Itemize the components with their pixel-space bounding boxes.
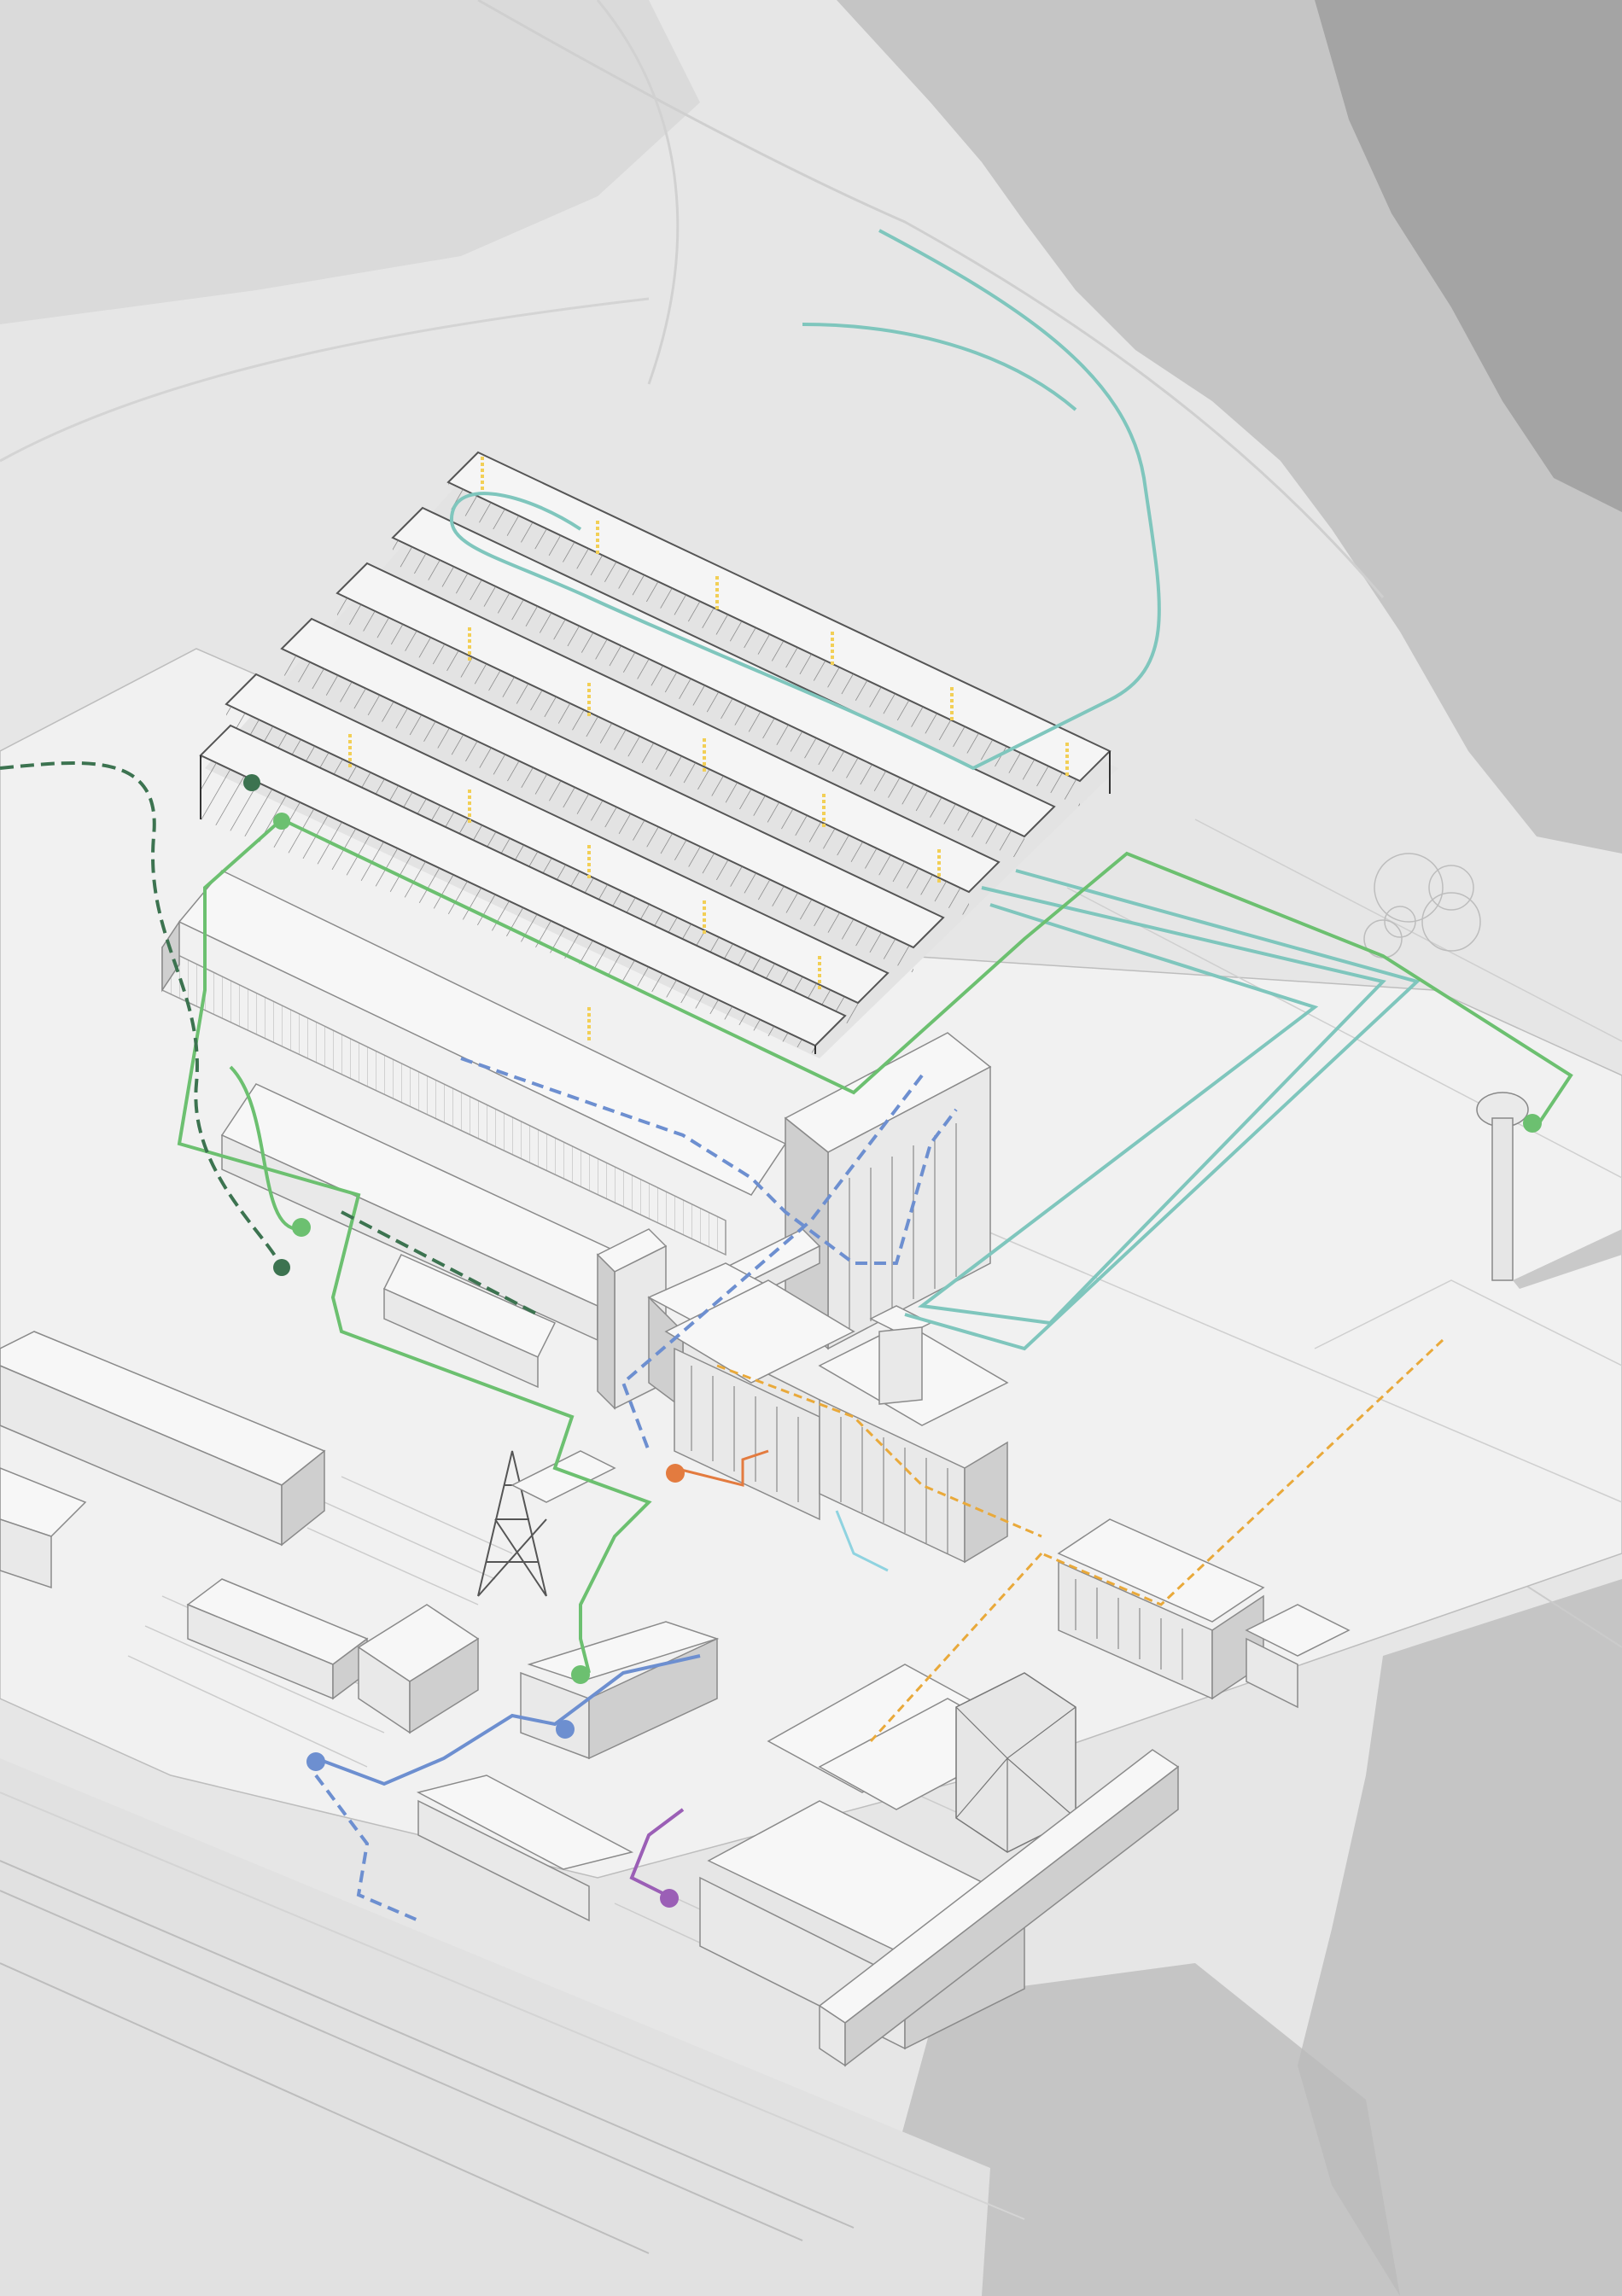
route-node-dark-green <box>243 774 260 791</box>
water-tower-shaft <box>1491 1117 1514 1281</box>
site-axonometric-diagram <box>0 0 1622 2296</box>
silo-side <box>597 1253 616 1410</box>
route-node-green <box>273 813 290 830</box>
route-node-orange <box>666 1464 685 1483</box>
route-node-green <box>1523 1114 1542 1133</box>
route-node-blue <box>556 1720 575 1739</box>
route-node-purple <box>660 1889 679 1908</box>
route-node-green <box>571 1665 590 1684</box>
route-node-dark-green <box>273 1259 290 1276</box>
pit-tower-body <box>878 1326 923 1405</box>
route-node-green <box>292 1218 311 1237</box>
route-node-blue <box>306 1752 325 1771</box>
